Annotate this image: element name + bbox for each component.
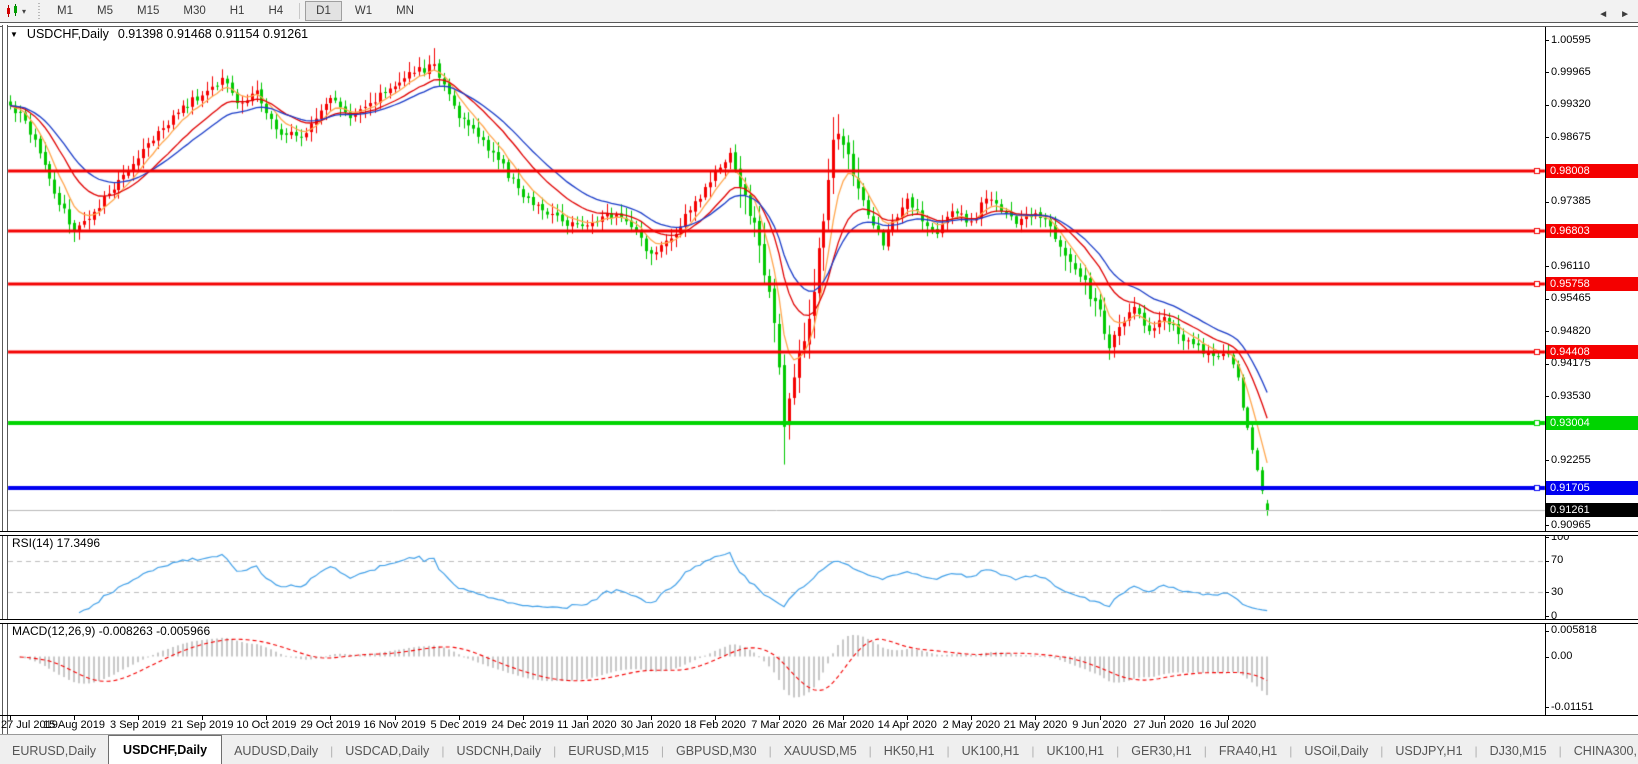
date-label: 18 Feb 2020 — [684, 719, 746, 731]
date-label: 9 Jun 2020 — [1072, 719, 1126, 731]
price-tick-mark — [1545, 364, 1549, 365]
price-tick-label: 0.94175 — [1551, 357, 1591, 369]
date-label: 29 Oct 2019 — [300, 719, 360, 731]
price-tick-mark — [1545, 72, 1549, 73]
rsi-tick-mark — [1545, 592, 1549, 593]
price-tick-label: 1.00595 — [1551, 34, 1591, 46]
date-label: 24 Dec 2019 — [492, 719, 554, 731]
chart-ohlc-values: 0.91398 0.91468 0.91154 0.91261 — [118, 27, 308, 41]
rsi-tick-mark — [1545, 537, 1549, 538]
chart-tab-ger30-h1[interactable]: GER30,H1 — [1119, 738, 1203, 764]
price-tick-mark — [1545, 331, 1549, 332]
macd-indicator-label: MACD(12,26,9) -0.008263 -0.005966 — [12, 624, 210, 638]
date-label: 21 May 2020 — [1004, 719, 1068, 731]
tab-scroll-right-icon[interactable]: ► — [1620, 9, 1630, 20]
chart-tab-dj30-m15[interactable]: DJ30,M15 — [1478, 738, 1559, 764]
chart-tab-usdcad-daily[interactable]: USDCAD,Daily — [333, 738, 441, 764]
chart-tab-usdcnh-daily[interactable]: USDCNH,Daily — [444, 738, 553, 764]
price-tick-mark — [1545, 105, 1549, 106]
date-label: 14 Apr 2020 — [878, 719, 937, 731]
macd-tick-label: -0.01151 — [1551, 701, 1594, 713]
price-tick-mark — [1545, 460, 1549, 461]
tab-scroll-arrows: ◄ ► — [1598, 9, 1630, 20]
price-level-flag[interactable]: 0.94408 — [1546, 345, 1638, 359]
rsi-tick-label: 70 — [1551, 554, 1563, 566]
date-label: 30 Jan 2020 — [621, 719, 682, 731]
chart-tab-fra40-h1[interactable]: FRA40,H1 — [1207, 738, 1289, 764]
chart-tab-usdjpy-h1[interactable]: USDJPY,H1 — [1383, 738, 1474, 764]
price-tick-label: 0.95465 — [1551, 292, 1591, 304]
chart-title: ▼ USDCHF,Daily 0.91398 0.91468 0.91154 0… — [10, 27, 308, 41]
price-tick-mark — [1545, 396, 1549, 397]
price-level-flag[interactable]: 0.91705 — [1546, 481, 1638, 495]
time-axis-line — [0, 715, 1638, 716]
date-label: 21 Sep 2019 — [171, 719, 233, 731]
macd-tick-label: 0.00 — [1551, 650, 1572, 662]
macd-tick-mark — [1545, 707, 1549, 708]
chart-tab-eurusd-m15[interactable]: EURUSD,M15 — [556, 738, 661, 764]
date-label: 11 Jan 2020 — [557, 719, 617, 731]
chart-tab-usoil-daily[interactable]: USOil,Daily — [1292, 738, 1380, 764]
price-tick-label: 0.98675 — [1551, 131, 1591, 143]
price-tick-label: 0.97385 — [1551, 195, 1591, 207]
tab-scroll-left-icon[interactable]: ◄ — [1598, 9, 1608, 20]
main-rsi-separator[interactable] — [0, 531, 1638, 536]
price-tick-label: 0.99965 — [1551, 66, 1591, 78]
price-level-flag[interactable]: 0.95758 — [1546, 277, 1638, 291]
rsi-tick-mark — [1545, 616, 1549, 617]
price-chart-canvas[interactable] — [0, 0, 1638, 764]
price-level-flag[interactable]: 0.98008 — [1546, 164, 1638, 178]
price-tick-label: 0.94820 — [1551, 325, 1591, 337]
date-label: 2 May 2020 — [943, 719, 1000, 731]
date-label: 16 Nov 2019 — [363, 719, 425, 731]
price-tick-mark — [1545, 137, 1549, 138]
price-tick-mark — [1545, 202, 1549, 203]
date-label: 7 Mar 2020 — [751, 719, 807, 731]
date-label: 3 Sep 2019 — [110, 719, 166, 731]
price-tick-mark — [1545, 266, 1549, 267]
price-tick-label: 0.93530 — [1551, 390, 1591, 402]
macd-tick-mark — [1545, 657, 1549, 658]
price-axis-line — [1545, 25, 1546, 716]
mt4-window: ▾ M1M5M15M30H1H4D1W1MN ▼ USDCHF,Daily 0.… — [0, 0, 1638, 764]
price-level-flag[interactable]: 0.93004 — [1546, 416, 1638, 430]
chart-tab-xauusd-m5[interactable]: XAUUSD,M5 — [772, 738, 869, 764]
current-price-flag: 0.91261 — [1546, 503, 1638, 517]
chart-tab-hk50-h1[interactable]: HK50,H1 — [872, 738, 947, 764]
price-tick-label: 0.99320 — [1551, 98, 1591, 110]
date-label: 27 Jun 2020 — [1133, 719, 1194, 731]
price-tick-mark — [1545, 40, 1549, 41]
chart-window-left-border — [2, 25, 8, 734]
rsi-macd-separator[interactable] — [0, 619, 1638, 624]
chart-tab-uk100-h1[interactable]: UK100,H1 — [1034, 738, 1116, 764]
rsi-indicator-label: RSI(14) 17.3496 — [12, 536, 100, 550]
macd-tick-label: 0.005818 — [1551, 624, 1597, 636]
date-label: 10 Oct 2019 — [236, 719, 296, 731]
chart-symbol-label: USDCHF,Daily — [27, 27, 109, 41]
chart-tab-gbpusd-m30[interactable]: GBPUSD,M30 — [664, 738, 769, 764]
macd-tick-mark — [1545, 631, 1549, 632]
rsi-tick-mark — [1545, 561, 1549, 562]
price-tick-mark — [1545, 525, 1549, 526]
date-label: 26 Mar 2020 — [812, 719, 874, 731]
price-level-flag[interactable]: 0.96803 — [1546, 224, 1638, 238]
date-label: 16 Jul 2020 — [1199, 719, 1256, 731]
price-tick-mark — [1545, 299, 1549, 300]
chart-tab-china300-h4[interactable]: CHINA300,H4 — [1562, 738, 1638, 764]
chart-tab-uk100-h1[interactable]: UK100,H1 — [950, 738, 1032, 764]
date-label: 5 Dec 2019 — [430, 719, 486, 731]
date-label: 15 Aug 2019 — [43, 719, 105, 731]
price-tick-label: 0.90965 — [1551, 519, 1591, 531]
symbol-dropdown-caret-icon[interactable]: ▼ — [10, 30, 18, 39]
price-tick-label: 0.92255 — [1551, 454, 1591, 466]
price-tick-label: 0.96110 — [1551, 260, 1590, 272]
chart-tab-eurusd-daily[interactable]: EURUSD,Daily — [0, 738, 108, 764]
chart-tabs-bar: EURUSD,DailyUSDCHF,DailyAUDUSD,Daily|USD… — [0, 734, 1638, 764]
chart-tab-usdchf-daily[interactable]: USDCHF,Daily — [108, 735, 222, 764]
rsi-tick-label: 30 — [1551, 586, 1563, 598]
chart-tab-audusd-daily[interactable]: AUDUSD,Daily — [222, 738, 330, 764]
